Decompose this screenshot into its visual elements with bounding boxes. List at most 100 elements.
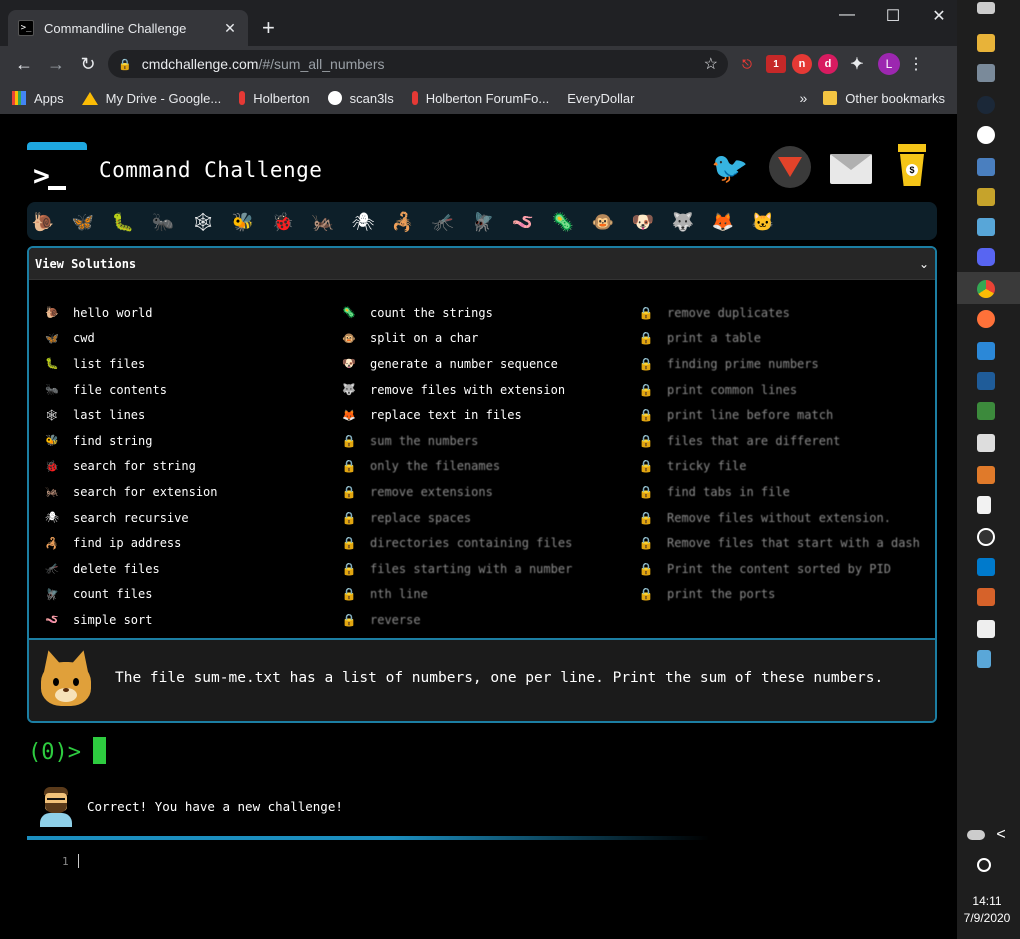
critter-icon[interactable]: 🐵 bbox=[591, 210, 615, 234]
solution-item[interactable]: 🦋 cwd bbox=[45, 326, 218, 352]
vscode-icon[interactable] bbox=[977, 558, 995, 576]
reload-icon[interactable]: ↻ bbox=[72, 48, 104, 80]
critter-icon[interactable]: 🐱 bbox=[751, 210, 775, 234]
github-icon bbox=[327, 91, 342, 105]
network-icon[interactable] bbox=[977, 372, 995, 390]
bookmark-scan3ls[interactable]: scan3ls bbox=[327, 91, 394, 106]
twitter-icon[interactable]: 🐦 bbox=[711, 146, 748, 190]
browser-menu-icon[interactable]: ⋮ bbox=[908, 54, 924, 74]
rl-icon[interactable] bbox=[977, 466, 995, 484]
solution-item[interactable]: 🐞 search for string bbox=[45, 454, 218, 480]
critter-icon[interactable]: 🕸 bbox=[191, 210, 215, 234]
profile-avatar[interactable]: L bbox=[878, 53, 900, 75]
tray-chevron-icon[interactable]: < bbox=[991, 826, 1011, 844]
steam-icon[interactable] bbox=[977, 96, 995, 114]
solution-item[interactable]: 🦠 count the strings bbox=[342, 300, 572, 326]
extension-badge-icon[interactable]: 1 bbox=[766, 55, 786, 73]
extensions-puzzle-icon[interactable]: ✦ bbox=[844, 51, 870, 77]
solution-item[interactable]: 🐝 find string bbox=[45, 428, 218, 454]
tool-icon[interactable] bbox=[977, 434, 995, 452]
critter-icon[interactable]: 🐝 bbox=[231, 210, 255, 234]
mail-icon[interactable] bbox=[830, 154, 872, 184]
onedrive-icon[interactable] bbox=[967, 830, 985, 840]
new-tab-button[interactable]: + bbox=[262, 14, 275, 42]
obs-icon[interactable] bbox=[977, 126, 995, 144]
file-explorer-icon[interactable] bbox=[977, 34, 995, 52]
contacts-icon[interactable] bbox=[977, 342, 995, 360]
critter-icon[interactable]: 🦠 bbox=[551, 210, 575, 234]
address-bar[interactable]: 🔒 cmdchallenge.com /#/sum_all_numbers ☆ bbox=[108, 50, 728, 78]
taskbar-date[interactable]: 7/9/2020 bbox=[957, 911, 1017, 925]
critter-icon[interactable]: 🐛 bbox=[111, 210, 135, 234]
g-app-icon[interactable] bbox=[977, 528, 995, 546]
solution-item[interactable]: 🐵 split on a char bbox=[342, 326, 572, 352]
bookmark-holberton-forum[interactable]: Holberton ForumFo... bbox=[411, 91, 549, 106]
document-icon[interactable] bbox=[977, 496, 991, 514]
solution-item[interactable]: 🦟 delete files bbox=[45, 556, 218, 582]
critter-icon[interactable]: 🕷 bbox=[351, 210, 375, 234]
view-solutions-toggle[interactable]: View Solutions ⌄ bbox=[29, 248, 935, 280]
critter-icon[interactable]: 🪱 bbox=[511, 210, 535, 234]
critter-icon[interactable]: 🐌 bbox=[31, 210, 55, 234]
solution-item[interactable]: 🐜 file contents bbox=[45, 377, 218, 403]
minimize-button[interactable]: — bbox=[824, 6, 870, 24]
pdf-extension-icon[interactable]: ⎋ bbox=[734, 51, 760, 77]
bookmark-star-icon[interactable]: ☆ bbox=[704, 54, 718, 74]
bookmark-my-drive[interactable]: My Drive - Google... bbox=[81, 91, 221, 106]
paint-icon[interactable] bbox=[977, 218, 995, 236]
solution-label: finding prime numbers bbox=[667, 356, 819, 371]
forward-arrow-icon[interactable]: → bbox=[40, 48, 72, 80]
critter-icon[interactable]: 🐞 bbox=[271, 210, 295, 234]
other-bookmarks[interactable]: Other bookmarks bbox=[823, 91, 945, 106]
browser-tab[interactable]: >_ Commandline Challenge ✕ bbox=[8, 10, 248, 46]
firefox-icon[interactable] bbox=[977, 310, 995, 328]
d-extension-icon[interactable]: d bbox=[818, 54, 838, 74]
task-view-icon[interactable] bbox=[977, 2, 995, 14]
terminal-cursor[interactable] bbox=[93, 737, 106, 764]
solution-item[interactable]: 🦗 search for extension bbox=[45, 479, 217, 505]
solution-item[interactable]: 🐛 list files bbox=[45, 351, 218, 377]
taskbar-time[interactable]: 14:11 bbox=[957, 894, 1017, 908]
calculator-icon[interactable] bbox=[977, 64, 995, 82]
solution-item[interactable]: 🕷 search recursive bbox=[45, 505, 218, 531]
back-arrow-icon[interactable]: ← bbox=[8, 48, 40, 80]
solution-item[interactable]: 🐶 generate a number sequence bbox=[342, 351, 572, 377]
gitlab-icon[interactable] bbox=[769, 146, 811, 188]
remote-desktop-icon[interactable] bbox=[977, 158, 995, 176]
critter-icon[interactable]: 🦟 bbox=[431, 210, 455, 234]
critter-icon[interactable]: 🦋 bbox=[71, 210, 95, 234]
critter-icon[interactable]: 🐺 bbox=[671, 210, 695, 234]
discord-icon[interactable] bbox=[977, 248, 995, 266]
critter-icon[interactable]: 🦗 bbox=[311, 210, 335, 234]
critter-icon[interactable]: 🦂 bbox=[391, 210, 415, 234]
solution-item[interactable]: 🪰 count files bbox=[45, 582, 218, 608]
chrome-icon[interactable] bbox=[977, 280, 995, 298]
notepad-icon[interactable] bbox=[977, 650, 991, 668]
critter-icon[interactable]: 🐜 bbox=[151, 210, 175, 234]
solution-item[interactable]: 🪱 simple sort bbox=[45, 607, 218, 633]
solution-item[interactable]: 🐺 remove files with extension bbox=[342, 377, 572, 403]
critter-icon[interactable]: 🪰 bbox=[471, 210, 495, 234]
close-window-button[interactable]: ✕ bbox=[916, 6, 962, 26]
bookmarks-overflow-button[interactable]: » bbox=[800, 90, 808, 106]
tab-close-icon[interactable]: ✕ bbox=[222, 20, 238, 37]
image-app-icon[interactable] bbox=[977, 402, 995, 420]
solution-item[interactable]: 🕸 last lines bbox=[45, 402, 218, 428]
solution-item[interactable]: 🦂 find ip address bbox=[45, 530, 218, 556]
critter-icon[interactable]: 🦊 bbox=[711, 210, 735, 234]
n-extension-icon[interactable]: n bbox=[792, 54, 812, 74]
sublime-icon[interactable] bbox=[977, 188, 995, 206]
solution-item[interactable]: 🦊 replace text in files bbox=[342, 402, 572, 428]
bookmark-apps[interactable]: Apps bbox=[12, 91, 64, 106]
pen-tray-icon[interactable] bbox=[977, 858, 991, 872]
maximize-button[interactable]: ☐ bbox=[870, 6, 916, 26]
coffee-cup-icon[interactable]: $ bbox=[898, 144, 926, 188]
critter-icon: 🦠 bbox=[342, 306, 356, 320]
bookmark-holberton[interactable]: Holberton bbox=[239, 91, 310, 106]
e-app-icon[interactable] bbox=[977, 588, 995, 606]
editor-input[interactable] bbox=[78, 854, 79, 868]
critter-icon[interactable]: 🐶 bbox=[631, 210, 655, 234]
solution-item[interactable]: 🐌 hello world bbox=[45, 300, 218, 326]
pen-app-icon[interactable] bbox=[977, 620, 995, 638]
bookmark-everydollar[interactable]: EveryDollar bbox=[567, 91, 634, 106]
